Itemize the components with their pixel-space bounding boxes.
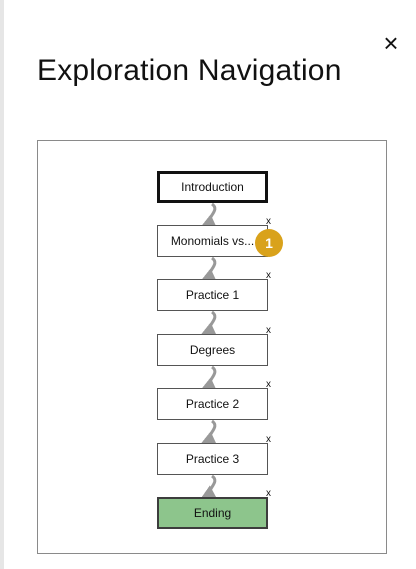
edge-arrow — [199, 256, 220, 287]
edge-arrow — [199, 310, 220, 341]
step-badge: 1 — [255, 229, 283, 257]
graph-node-ending[interactable]: Ending — [157, 497, 268, 529]
exploration-graph: Introduction Monomials vs... x Practice … — [37, 140, 387, 554]
delete-node-icon[interactable]: x — [266, 326, 274, 336]
edge-arrow — [199, 202, 220, 233]
delete-node-icon[interactable]: x — [266, 217, 274, 227]
edge-arrow — [199, 419, 220, 450]
edge-arrow — [199, 365, 220, 396]
edge-arrow — [199, 474, 220, 504]
graph-node-monomials[interactable]: Monomials vs... — [157, 225, 268, 257]
graph-node-introduction[interactable]: Introduction — [157, 171, 268, 203]
graph-node-degrees[interactable]: Degrees — [157, 334, 268, 366]
close-icon[interactable]: × — [378, 30, 404, 56]
graph-node-practice-3[interactable]: Practice 3 — [157, 443, 268, 475]
graph-node-practice-2[interactable]: Practice 2 — [157, 388, 268, 420]
delete-node-icon[interactable]: x — [266, 435, 274, 445]
delete-node-icon[interactable]: x — [266, 271, 274, 281]
graph-node-practice-1[interactable]: Practice 1 — [157, 279, 268, 311]
delete-node-icon[interactable]: x — [266, 489, 274, 499]
panel-title: Exploration Navigation — [37, 54, 342, 87]
panel-left-border — [0, 0, 4, 569]
delete-node-icon[interactable]: x — [266, 380, 274, 390]
